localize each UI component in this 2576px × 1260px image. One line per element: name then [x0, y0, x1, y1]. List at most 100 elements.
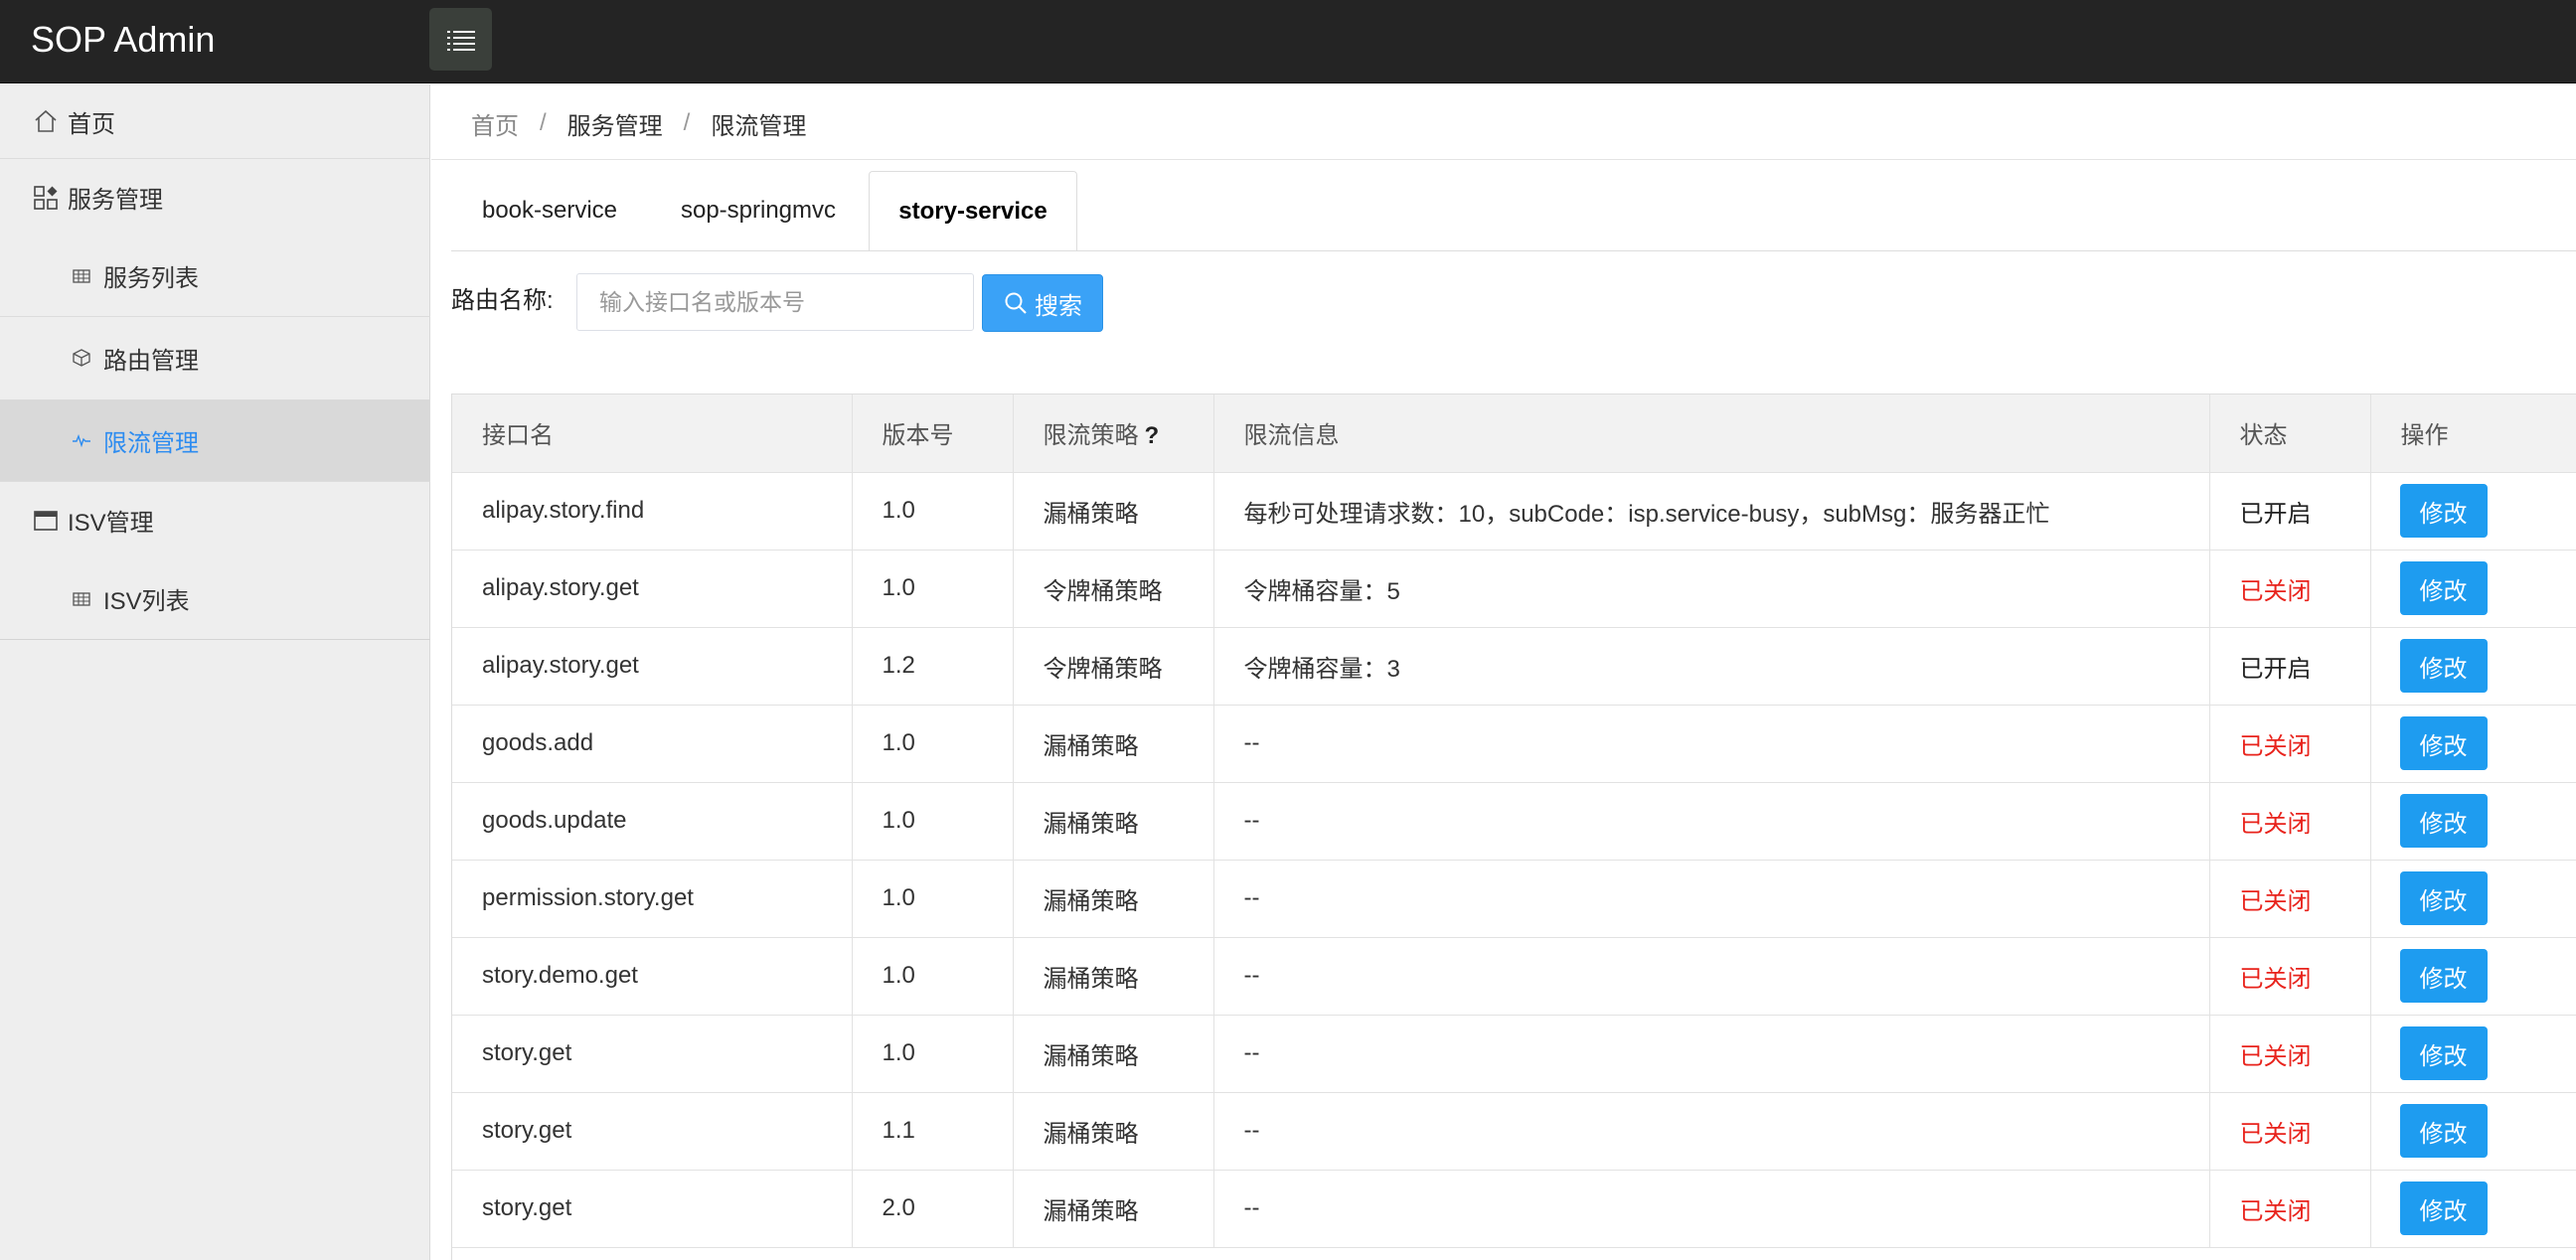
- table-row: story.get 1.1 漏桶策略 -- 已关闭 修改: [452, 1092, 2576, 1171]
- column-header-version: 版本号: [852, 394, 1014, 473]
- cell-action: 修改: [2370, 1170, 2576, 1248]
- cell-status: 已开启: [2209, 472, 2371, 551]
- cell-info: --: [1213, 1015, 2210, 1093]
- cell-version: 1.0: [852, 1015, 1014, 1093]
- edit-button[interactable]: 修改: [2399, 1026, 2488, 1080]
- grid-icon: [68, 262, 95, 290]
- table-row: permission.story.get 1.0 漏桶策略 -- 已关闭 修改: [452, 860, 2576, 938]
- cell-status: 已关闭: [2209, 1170, 2371, 1248]
- app-title: SOP Admin: [31, 19, 216, 60]
- cell-action: 修改: [2370, 472, 2576, 551]
- sidebar-item-route-management[interactable]: 路由管理: [0, 317, 430, 398]
- edit-button[interactable]: 修改: [2399, 1181, 2488, 1235]
- cell-strategy: 漏桶策略: [1013, 472, 1214, 551]
- sidebar-item-label: 路由管理: [103, 347, 199, 375]
- edit-button[interactable]: 修改: [2399, 561, 2488, 615]
- window-icon: [32, 507, 60, 535]
- tab-book-service[interactable]: book-service: [451, 171, 648, 251]
- sidebar-item-isv-list[interactable]: ISV列表: [0, 558, 430, 640]
- cell-version: 1.0: [852, 472, 1014, 551]
- cell-action: 修改: [2370, 1092, 2576, 1171]
- cell-action: 修改: [2370, 937, 2576, 1016]
- cell-info: --: [1213, 705, 2210, 783]
- breadcrumb-item-current: 限流管理: [711, 112, 807, 140]
- table-header-row: 接口名 版本号 限流策略? 限流信息 状态 操作: [452, 394, 2576, 473]
- sidebar-item-rate-limit[interactable]: 限流管理: [0, 399, 430, 482]
- cell-strategy: 漏桶策略: [1013, 1170, 1214, 1248]
- cell-status: 已关闭: [2209, 937, 2371, 1016]
- table-row: alipay.story.find 1.0 漏桶策略 每秒可处理请求数：10，subC…: [452, 472, 2576, 551]
- edit-button[interactable]: 修改: [2399, 871, 2488, 925]
- cell-info: 每秒可处理请求数：10，subCode：isp.service-busy，sub…: [1213, 472, 2210, 551]
- cube-icon: [68, 344, 95, 372]
- edit-button[interactable]: 修改: [2399, 639, 2488, 693]
- home-icon: [32, 107, 60, 135]
- cell-version: 1.2: [852, 627, 1014, 706]
- cell-info: --: [1213, 860, 2210, 938]
- sidebar-item-label: ISV列表: [103, 588, 190, 615]
- edit-button[interactable]: 修改: [2399, 1104, 2488, 1158]
- sidebar-item-label: 服务列表: [103, 265, 199, 292]
- cell-version: 1.1: [852, 1092, 1014, 1171]
- cell-info: 令牌桶容量：3: [1213, 627, 2210, 706]
- cell-status: 已关闭: [2209, 782, 2371, 861]
- cell-action: 修改: [2370, 1015, 2576, 1093]
- cell-status: 已关闭: [2209, 860, 2371, 938]
- cell-strategy: 漏桶策略: [1013, 782, 1214, 861]
- cell-strategy: 漏桶策略: [1013, 1092, 1214, 1171]
- sidebar-item-service-list[interactable]: 服务列表: [0, 236, 430, 317]
- table-row: alipay.story.get 1.2 令牌桶策略 令牌桶容量：3 已开启 修改: [452, 627, 2576, 706]
- column-header-info: 限流信息: [1213, 394, 2210, 473]
- tab-story-service[interactable]: story-service: [869, 171, 1077, 251]
- route-name-label: 路由名称:: [451, 287, 554, 314]
- cell-action: 修改: [2370, 627, 2576, 706]
- cell-info: 令牌桶容量：5: [1213, 550, 2210, 628]
- cell-name: goods.add: [452, 705, 853, 783]
- cell-status: 已关闭: [2209, 1092, 2371, 1171]
- cell-version: 1.0: [852, 705, 1014, 783]
- cell-strategy: 令牌桶策略: [1013, 627, 1214, 706]
- cell-version: 1.0: [852, 860, 1014, 938]
- cell-status: 已开启: [2209, 627, 2371, 706]
- cell-version: 1.0: [852, 937, 1014, 1016]
- edit-button[interactable]: 修改: [2399, 484, 2488, 538]
- menu-toggle-button[interactable]: [429, 8, 492, 71]
- divider: [431, 159, 2576, 160]
- sidebar-item-label: ISV管理: [68, 510, 154, 537]
- cell-name: goods.update: [452, 782, 853, 861]
- cell-name: story.get: [452, 1170, 853, 1248]
- edit-button[interactable]: 修改: [2399, 794, 2488, 848]
- edit-button[interactable]: 修改: [2399, 716, 2488, 770]
- cell-action: 修改: [2370, 782, 2576, 861]
- breadcrumb-separator: /: [540, 109, 547, 136]
- route-search-input[interactable]: [576, 273, 974, 331]
- sidebar-item-home[interactable]: 首页: [0, 84, 430, 159]
- cell-name: alipay.story.get: [452, 550, 853, 628]
- cell-name: permission.story.get: [452, 860, 853, 938]
- sidebar-item-service-management[interactable]: 服务管理: [0, 159, 430, 236]
- grid-icon: [68, 585, 95, 613]
- table-row: goods.add 1.0 漏桶策略 -- 已关闭 修改: [452, 705, 2576, 783]
- cell-status: 已关闭: [2209, 1015, 2371, 1093]
- search-icon: [1005, 292, 1027, 314]
- breadcrumb-item-service-management[interactable]: 服务管理: [567, 106, 663, 141]
- help-icon[interactable]: ?: [1145, 422, 1160, 449]
- sidebar-item-isv-management[interactable]: ISV管理: [0, 482, 430, 558]
- table-row: story.get 1.0 漏桶策略 -- 已关闭 修改: [452, 1015, 2576, 1093]
- cell-info: --: [1213, 782, 2210, 861]
- breadcrumb: 首页 / 服务管理 / 限流管理: [471, 105, 806, 141]
- top-header: SOP Admin: [0, 0, 2576, 83]
- column-header-strategy: 限流策略?: [1013, 394, 1214, 473]
- pulse-icon: [68, 426, 95, 454]
- search-button[interactable]: 搜索: [982, 274, 1103, 332]
- breadcrumb-item-home[interactable]: 首页: [471, 106, 519, 141]
- sidebar-item-label: 服务管理: [68, 187, 163, 214]
- tab-sop-springmvc[interactable]: sop-springmvc: [648, 171, 869, 251]
- column-header-strategy-label: 限流策略: [1043, 422, 1139, 450]
- cell-status: 已关闭: [2209, 550, 2371, 628]
- edit-button[interactable]: 修改: [2399, 949, 2488, 1003]
- cell-name: story.get: [452, 1092, 853, 1171]
- column-header-status: 状态: [2209, 394, 2371, 473]
- cell-version: 2.0: [852, 1170, 1014, 1248]
- cell-info: --: [1213, 1170, 2210, 1248]
